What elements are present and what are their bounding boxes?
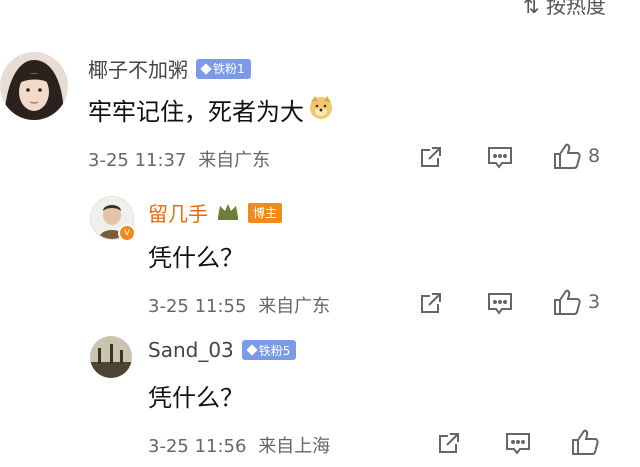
share-icon: [421, 293, 441, 313]
comment-timestamp: 3-25 11:37: [88, 150, 187, 171]
reply-timestamp: 3-25 11:55: [148, 296, 247, 317]
like-button[interactable]: [570, 428, 606, 456]
commenter-name[interactable]: Sand_03: [148, 338, 234, 362]
commenter-name[interactable]: 椰子不加粥: [88, 54, 188, 83]
author-name[interactable]: 留几手: [148, 198, 208, 227]
reply-location: 来自上海: [258, 436, 331, 457]
comment-text: 牢牢记住，死者为大: [88, 98, 304, 126]
like-button[interactable]: 8: [552, 142, 600, 170]
reply-item: v 留几手 博主 凭什么？ 3-25 11:55 来自广东 3: [0, 190, 640, 330]
reply-text: 凭什么？: [148, 384, 244, 412]
like-button[interactable]: 3: [552, 288, 600, 316]
share-button[interactable]: [418, 290, 444, 316]
blogger-badge: 博主: [248, 202, 283, 223]
share-icon: [421, 147, 441, 167]
comment-location: 来自广东: [198, 150, 271, 171]
like-icon: [572, 429, 599, 455]
sort-by-hot-button[interactable]: ⇅ 按热度: [523, 0, 606, 19]
diamond-icon: [200, 62, 212, 75]
share-icon: [439, 433, 459, 453]
share-button[interactable]: [436, 430, 462, 456]
diamond-icon: [246, 344, 258, 356]
verified-icon: v: [118, 224, 136, 242]
reply-text: 凭什么？: [148, 244, 244, 272]
reply-timestamp: 3-25 11:56: [148, 436, 247, 457]
like-icon: [554, 289, 581, 315]
reply-button[interactable]: [486, 290, 514, 316]
comment-item: 椰子不加粥 铁粉1 牢牢记住，死者为大 3-25 11:37 来自广东 8: [0, 40, 640, 171]
fan-badge: 铁粉1: [196, 58, 251, 79]
avatar[interactable]: [90, 336, 132, 378]
comment-icon: [488, 147, 512, 169]
reply-button[interactable]: [504, 430, 532, 456]
comment-icon: [488, 293, 512, 315]
fan-badge-label: 铁粉5: [258, 343, 291, 358]
like-icon: [554, 143, 581, 169]
comment-icon: [506, 433, 530, 455]
sort-icon: ⇅: [522, 0, 546, 18]
doge-emoji-icon: [308, 94, 334, 126]
reply-button[interactable]: [486, 144, 514, 170]
crown-icon: [216, 201, 240, 225]
fan-badge-label: 铁粉1: [213, 62, 245, 76]
like-count: 3: [588, 291, 601, 313]
share-button[interactable]: [418, 144, 444, 170]
avatar[interactable]: [0, 52, 68, 120]
fan-badge: 铁粉5: [241, 340, 297, 360]
sort-label: 按热度: [546, 0, 606, 18]
reply-item: Sand_03 铁粉5 凭什么？ 3-25 11:56 来自上海: [0, 330, 640, 467]
like-count: 8: [588, 145, 601, 167]
reply-location: 来自广东: [258, 296, 331, 317]
